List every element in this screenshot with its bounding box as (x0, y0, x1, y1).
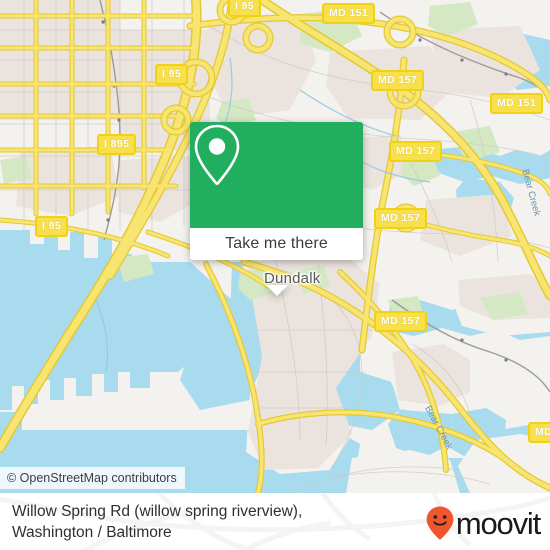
highway-shield: I 95 (155, 64, 189, 85)
highway-shield: MD 157 (389, 141, 443, 162)
highway-shield: MD 157 (374, 208, 428, 229)
highway-shield: I 895 (97, 134, 137, 155)
popup-card-tail (266, 285, 288, 296)
take-me-there-label: Take me there (225, 235, 328, 252)
location-pin-icon (194, 124, 240, 185)
screenshot-root: I 95 MD 151 I 95 MD 157 MD 151 I 895 MD 157 MD … (0, 0, 550, 550)
moovit-pin-icon (426, 506, 454, 540)
map-canvas[interactable]: I 95 MD 151 I 95 MD 157 MD 151 I 895 MD 157 MD … (0, 0, 550, 493)
highway-shield: MD (528, 422, 550, 443)
location-title-line2: Washington / Baltimore (12, 524, 172, 541)
popup-pin-area (190, 122, 363, 228)
highway-shield: I 95 (228, 0, 262, 17)
location-title: Willow Spring Rd (willow spring rivervie… (12, 501, 362, 543)
moovit-wordmark: moovit (455, 505, 541, 541)
destination-popup-card[interactable]: Take me there (190, 122, 363, 296)
highway-shield: I 95 (35, 216, 69, 237)
highway-shield: MD 157 (374, 311, 428, 332)
highway-shield: MD 151 (490, 93, 544, 114)
footer-bar: Willow Spring Rd (willow spring rivervie… (0, 493, 550, 550)
take-me-there-button[interactable]: Take me there (190, 228, 363, 260)
highway-shield: MD 157 (371, 70, 425, 91)
osm-attribution[interactable]: © OpenStreetMap contributors (0, 467, 185, 489)
highway-shield: MD 151 (322, 3, 376, 24)
location-title-line1: Willow Spring Rd (willow spring rivervie… (12, 503, 303, 520)
moovit-logo[interactable]: moovit (425, 505, 541, 541)
